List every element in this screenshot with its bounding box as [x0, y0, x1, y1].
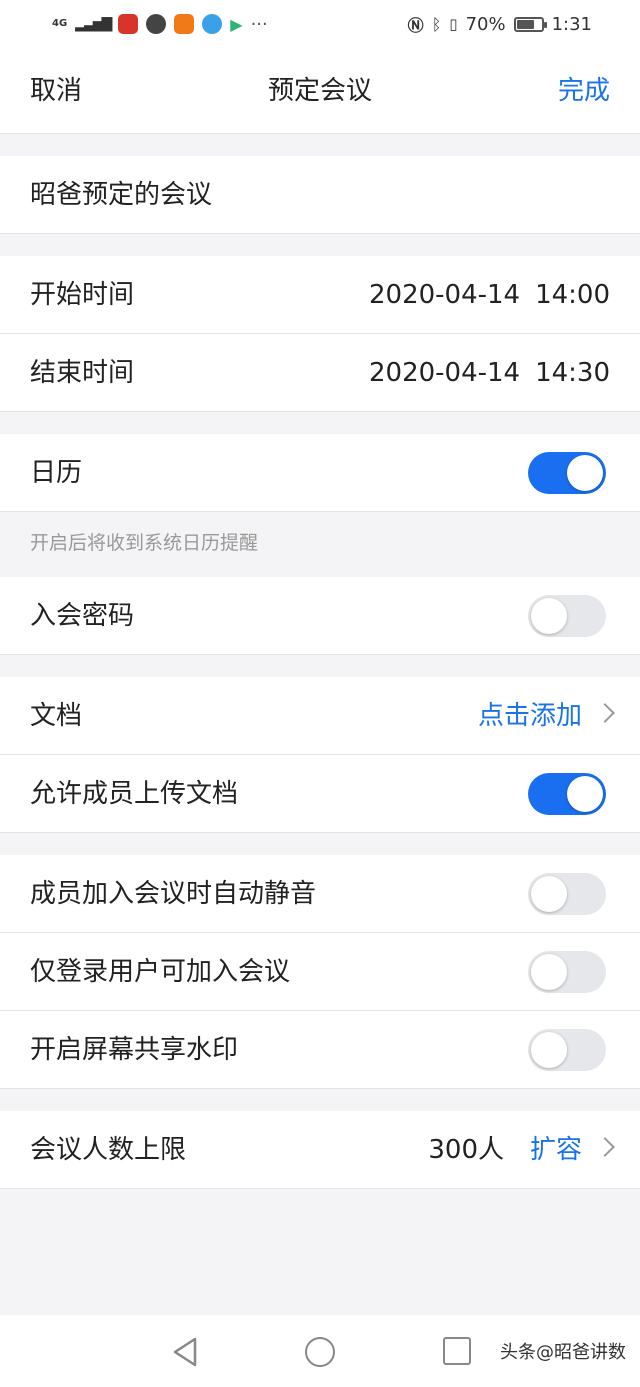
search-app-icon — [202, 14, 223, 34]
calendar-row: 日历 — [0, 434, 640, 512]
shopping-app-icon — [174, 14, 195, 34]
allow-upload-label: 允许成员上传文档 — [30, 779, 239, 809]
status-left: 4G ▂▃▅▇ ▶ ··· — [52, 14, 268, 35]
network-indicator: 4G — [52, 18, 68, 29]
clock: 1:31 — [551, 13, 592, 35]
start-time-label: 开始时间 — [30, 280, 135, 310]
share-watermark-row: 开启屏幕共享水印 — [0, 1011, 640, 1089]
home-icon[interactable] — [305, 1337, 335, 1367]
password-toggle[interactable] — [528, 595, 606, 637]
start-time-row[interactable]: 开始时间 2020-04-14 14:00 — [0, 256, 640, 334]
login-only-label: 仅登录用户可加入会议 — [30, 957, 291, 987]
meeting-name-field[interactable]: 昭爸预定的会议 — [0, 156, 640, 234]
login-only-toggle[interactable] — [528, 951, 606, 993]
vibrate-icon: ▯ — [449, 15, 458, 33]
page-title: 预定会议 — [267, 76, 372, 106]
back-icon[interactable] — [172, 1337, 198, 1367]
nav-bar: 取消 预定会议 完成 — [0, 48, 640, 134]
document-label: 文档 — [30, 701, 83, 731]
end-time-value: 14:30 — [535, 358, 610, 388]
password-row: 入会密码 — [0, 577, 640, 655]
source-watermark: 头条@昭爸讲数 — [500, 1342, 626, 1363]
expand-capacity-link[interactable]: 扩容 — [530, 1111, 582, 1189]
meeting-name-value: 昭爸预定的会议 — [30, 180, 213, 210]
recent-apps-icon[interactable] — [443, 1337, 471, 1365]
auto-mute-row: 成员加入会议时自动静音 — [0, 855, 640, 933]
status-right: Ⓝ ᛒ ▯ 70% 1:31 — [408, 12, 592, 36]
share-watermark-toggle[interactable] — [528, 1029, 606, 1071]
auto-mute-label: 成员加入会议时自动静音 — [30, 879, 317, 909]
capacity-label: 会议人数上限 — [30, 1135, 187, 1165]
toggle-knob — [531, 598, 567, 634]
allow-upload-row: 允许成员上传文档 — [0, 755, 640, 833]
more-notifications: ··· — [250, 13, 268, 35]
capacity-value: 300人 — [428, 1135, 504, 1165]
chevron-right-icon — [595, 703, 615, 723]
end-date-value: 2020-04-14 — [369, 358, 521, 388]
battery-icon — [513, 16, 547, 32]
signal-icon: ▂▃▅▇ — [75, 16, 112, 32]
share-watermark-label: 开启屏幕共享水印 — [30, 1035, 239, 1065]
toggle-knob — [531, 954, 567, 990]
toggle-knob — [531, 876, 567, 912]
bluetooth-icon: ᛒ — [431, 14, 442, 34]
calendar-hint: 开启后将收到系统日历提醒 — [30, 532, 259, 554]
status-bar: 4G ▂▃▅▇ ▶ ··· Ⓝ ᛒ ▯ 70% 1:31 — [0, 0, 640, 48]
toggle-knob — [567, 776, 603, 812]
calendar-toggle[interactable] — [528, 452, 606, 494]
auto-mute-toggle[interactable] — [528, 873, 606, 915]
start-date-value: 2020-04-14 — [369, 280, 521, 310]
chevron-right-icon — [595, 1137, 615, 1157]
done-button[interactable]: 完成 — [558, 48, 610, 134]
toggle-knob — [567, 455, 603, 491]
end-time-label: 结束时间 — [30, 358, 135, 388]
add-document-link[interactable]: 点击添加 — [478, 677, 582, 755]
allow-upload-toggle[interactable] — [528, 773, 606, 815]
toggle-knob — [531, 1032, 567, 1068]
password-label: 入会密码 — [30, 601, 135, 631]
login-only-row: 仅登录用户可加入会议 — [0, 933, 640, 1011]
capacity-row[interactable]: 会议人数上限 300人 扩容 — [0, 1111, 640, 1189]
calendar-label: 日历 — [30, 458, 83, 488]
browser-app-icon — [146, 14, 167, 34]
battery-percent: 70% — [465, 13, 506, 35]
nfc-icon: Ⓝ — [407, 16, 424, 35]
video-app-icon — [118, 14, 139, 34]
start-time-value: 14:00 — [535, 280, 610, 310]
play-app-icon: ▶ — [230, 14, 243, 34]
end-time-row[interactable]: 结束时间 2020-04-14 14:30 — [0, 334, 640, 412]
document-row[interactable]: 文档 点击添加 — [0, 677, 640, 755]
